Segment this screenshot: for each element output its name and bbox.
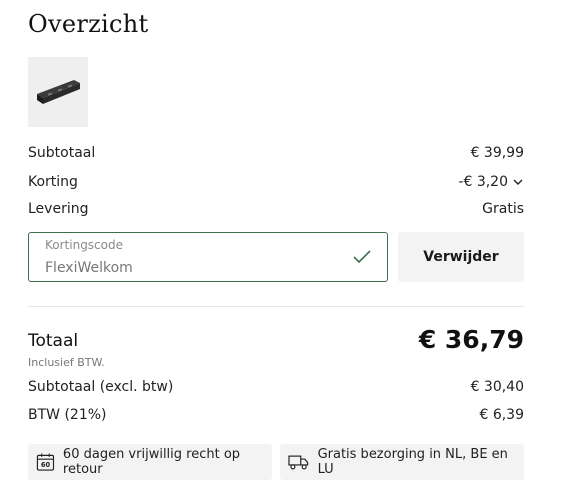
coupon-field[interactable]: Kortingscode	[28, 232, 388, 282]
product-thumbnail[interactable]	[28, 57, 88, 127]
remove-coupon-button[interactable]: Verwijder	[398, 232, 524, 282]
vat-note: Inclusief BTW.	[28, 356, 105, 369]
discount-label: Korting	[28, 174, 78, 190]
discount-toggle[interactable]: -€ 3,20	[458, 174, 524, 190]
vat-value: € 6,39	[479, 407, 524, 423]
delivery-label: Levering	[28, 201, 89, 217]
vat-row: BTW (21%) € 6,39	[28, 407, 524, 423]
coupon-input[interactable]	[45, 260, 345, 276]
subtotal-excl-label: Subtotaal (excl. btw)	[28, 379, 174, 395]
free-shipping-badge: Gratis bezorging in NL, BE en LU	[280, 444, 524, 480]
total-label: Totaal	[28, 331, 79, 351]
return-policy-text: 60 dagen vrijwillig recht op retour	[62, 447, 241, 477]
delivery-value: Gratis	[482, 201, 524, 217]
total-value: € 36,79	[418, 325, 524, 354]
return-policy-badge: 60 60 dagen vrijwillig recht op retour	[28, 444, 272, 480]
subtotal-value: € 39,99	[470, 145, 524, 161]
check-icon	[353, 250, 371, 264]
chevron-down-icon	[513, 179, 523, 185]
coupon-field-label: Kortingscode	[45, 238, 123, 252]
discount-value: -€ 3,20	[458, 174, 508, 190]
free-shipping-text: Gratis bezorging in NL, BE en LU	[317, 447, 508, 477]
subtotal-excl-row: Subtotaal (excl. btw) € 30,40	[28, 379, 524, 395]
subtotal-excl-value: € 30,40	[470, 379, 524, 395]
svg-text:60: 60	[41, 461, 51, 469]
calendar-60-icon: 60	[36, 453, 55, 471]
subtotal-row: Subtotaal € 39,99	[28, 145, 524, 161]
page-title: Overzicht	[28, 10, 149, 38]
divider	[28, 306, 524, 307]
vat-label: BTW (21%)	[28, 407, 107, 423]
subtotal-label: Subtotaal	[28, 145, 96, 161]
rail-bracket-icon	[37, 80, 80, 104]
discount-row[interactable]: Korting -€ 3,20	[28, 174, 524, 190]
truck-icon	[288, 455, 309, 470]
delivery-row: Levering Gratis	[28, 201, 524, 217]
